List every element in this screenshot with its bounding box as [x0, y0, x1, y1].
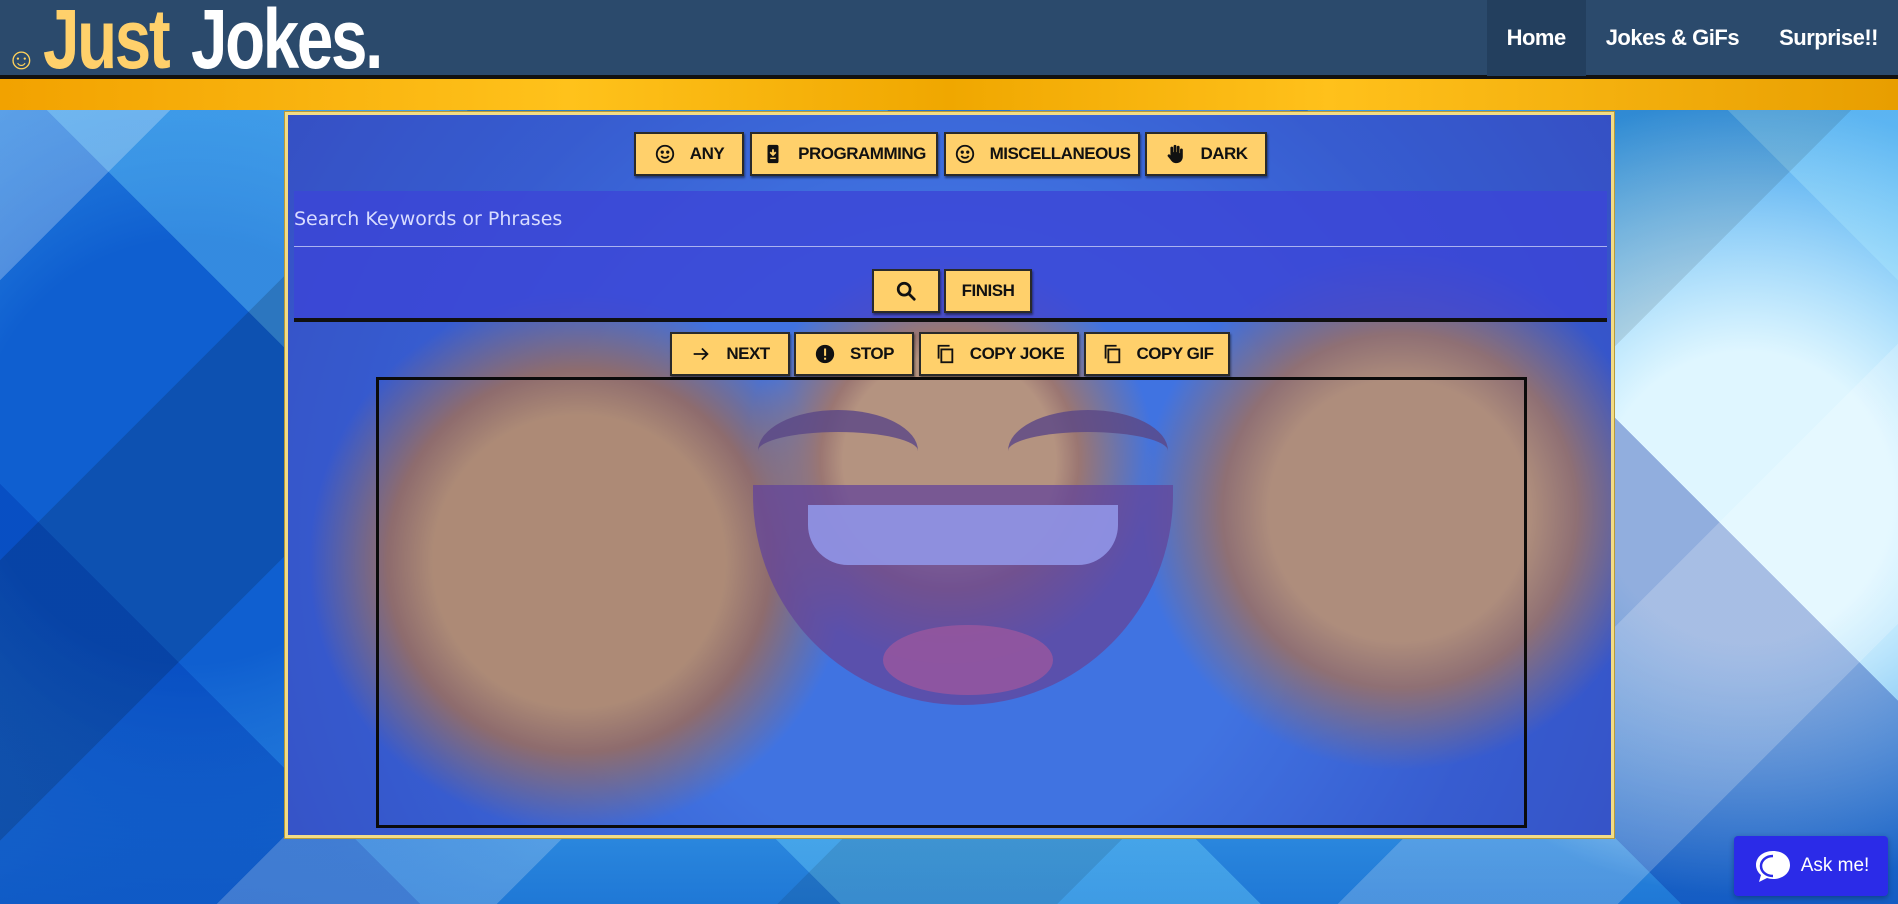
joke-panel: ANY PROGRAMMING MISCELLANEOUS DARK FINIS… — [285, 112, 1614, 838]
copy-icon — [937, 344, 954, 364]
site-header: ☺ Just Jokes. Home Jokes & GiFs Surprise… — [0, 0, 1898, 86]
ask-me-chat-button[interactable]: Ask me! — [1734, 836, 1888, 896]
category-miscellaneous-button[interactable]: MISCELLANEOUS — [944, 132, 1140, 176]
copy-joke-button[interactable]: COPY JOKE — [919, 332, 1079, 376]
smile-icon — [955, 144, 974, 164]
search-input[interactable] — [294, 191, 1607, 247]
copy-gif-button[interactable]: COPY GIF — [1084, 332, 1230, 376]
next-button[interactable]: NEXT — [670, 332, 790, 376]
next-label: NEXT — [726, 344, 770, 363]
category-miscellaneous-label: MISCELLANEOUS — [989, 144, 1131, 163]
category-any-label: ANY — [689, 144, 725, 163]
finish-label: FINISH — [961, 281, 1015, 300]
finish-button[interactable]: FINISH — [944, 269, 1032, 313]
smile-icon — [655, 144, 674, 164]
chat-label: Ask me! — [1800, 855, 1870, 876]
copy-icon — [1104, 344, 1120, 364]
category-any-button[interactable]: ANY — [634, 132, 744, 176]
nav-jokes-gifs[interactable]: Jokes & GiFs — [1586, 0, 1759, 76]
joke-display-box — [376, 377, 1527, 828]
site-logo[interactable]: ☺ Just Jokes. — [6, 0, 434, 86]
logo-text-jokes: Jokes. — [190, 0, 383, 86]
alert-icon — [815, 344, 835, 364]
main-nav: Home Jokes & GiFs Surprise!! — [1486, 0, 1898, 76]
phone-download-icon — [767, 144, 779, 164]
category-programming-label: PROGRAMMING — [798, 144, 926, 163]
chat-bubble-icon — [1755, 851, 1790, 882]
search-button[interactable] — [872, 269, 940, 313]
stop-button[interactable]: STOP — [794, 332, 914, 376]
stop-label: STOP — [850, 344, 894, 363]
copy-joke-label: COPY JOKE — [969, 344, 1065, 363]
smiley-icon: ☺ — [6, 43, 37, 76]
category-programming-button[interactable]: PROGRAMMING — [750, 132, 938, 176]
logo-text-just: Just — [42, 0, 171, 86]
category-dark-label: DARK — [1200, 144, 1248, 163]
nav-surprise[interactable]: Surprise!! — [1759, 0, 1898, 76]
category-dark-button[interactable]: DARK — [1145, 132, 1267, 176]
hand-icon — [1167, 144, 1184, 164]
arrow-right-icon — [693, 347, 710, 361]
search-icon — [896, 281, 916, 301]
nav-home[interactable]: Home — [1486, 0, 1586, 76]
copy-gif-label: COPY GIF — [1136, 344, 1214, 363]
